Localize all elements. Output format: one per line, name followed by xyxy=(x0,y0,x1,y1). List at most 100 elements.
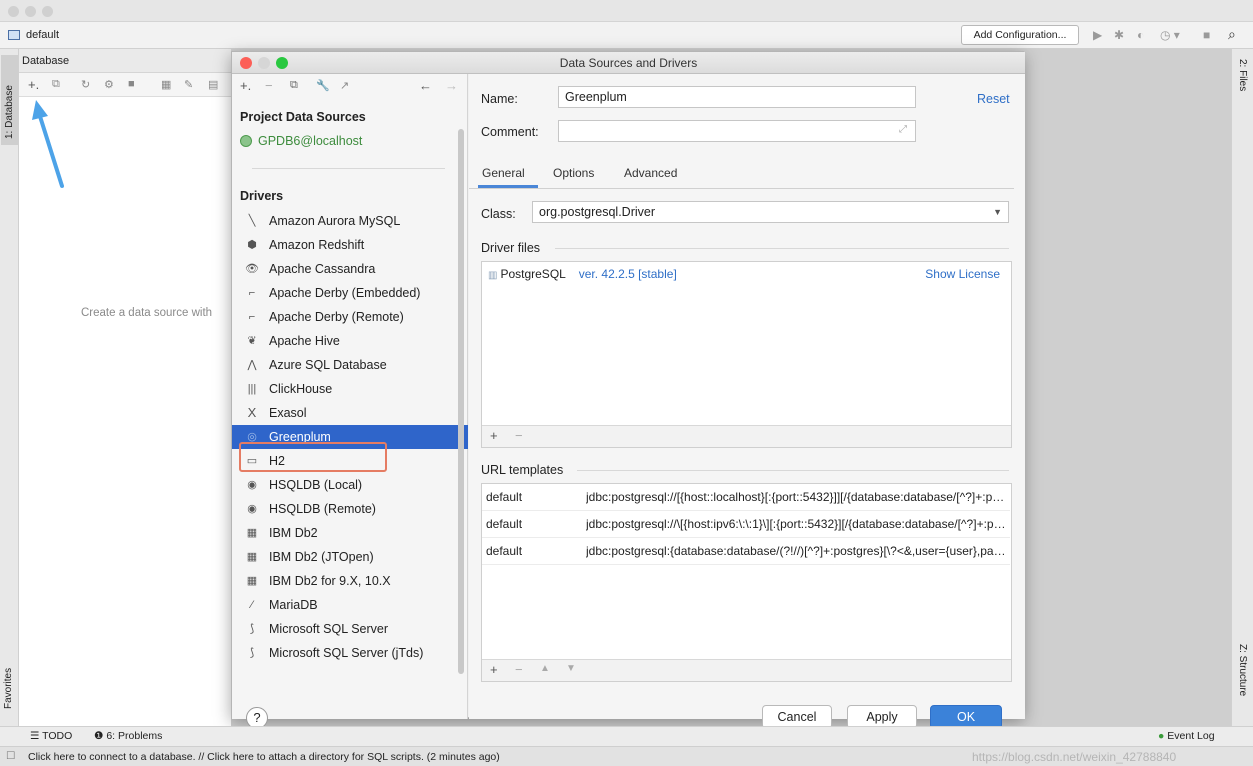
driver-item-hsqldb-local[interactable]: ◉ HSQLDB (Local) xyxy=(232,473,468,497)
driver-item-apache-cassandra[interactable]: 👁 Apache Cassandra xyxy=(232,257,468,281)
remove-icon[interactable]: − xyxy=(265,78,273,93)
debug-icon[interactable]: ✱ xyxy=(1114,28,1124,42)
driver-item-exasol[interactable]: X Exasol xyxy=(232,401,468,425)
drivers-scrollbar[interactable] xyxy=(458,129,464,674)
driver-item-ibm-db2[interactable]: ▦ IBM Db2 xyxy=(232,521,468,545)
project-data-source-item[interactable]: GPDB6@localhost xyxy=(240,134,362,152)
url-templates-toolbar: + − ▲ ▼ xyxy=(482,659,1011,681)
reset-link[interactable]: Reset xyxy=(977,92,1010,106)
name-field[interactable]: Greenplum xyxy=(558,86,916,108)
profile-icon[interactable]: ◷ ▾ xyxy=(1160,28,1180,42)
stop-icon[interactable]: ■ xyxy=(128,78,135,90)
driver-item-ibm-db2-9x-10x[interactable]: ▦ IBM Db2 for 9.X, 10.X xyxy=(232,569,468,593)
empty-state-text: Create a data source with xyxy=(81,307,213,319)
tab-general[interactable]: General xyxy=(482,166,525,180)
driver-label: HSQLDB (Local) xyxy=(269,478,363,492)
stop-icon[interactable]: ■ xyxy=(1203,28,1210,42)
remove-driver-file-icon[interactable]: − xyxy=(515,428,523,443)
annotation-arrow xyxy=(32,100,64,188)
event-log-tab[interactable]: ● Event Log xyxy=(1158,730,1215,742)
back-icon[interactable]: ← xyxy=(419,78,432,93)
tab-advanced[interactable]: Advanced xyxy=(624,166,677,180)
driver-item-microsoft-sql-server-jtds[interactable]: ⟆ Microsoft SQL Server (jTds) xyxy=(232,641,468,665)
table-row[interactable]: default jdbc:postgresql://[{host::localho… xyxy=(482,484,1010,511)
project-icon xyxy=(8,30,20,40)
azure-icon: ⋀ xyxy=(247,359,257,371)
move-down-icon[interactable]: ▼ xyxy=(566,663,576,674)
driver-item-ibm-db2-jtopen[interactable]: ▦ IBM Db2 (JTOpen) xyxy=(232,545,468,569)
dialog-close-button[interactable] xyxy=(240,57,252,69)
driver-label: ClickHouse xyxy=(269,382,333,396)
driver-item-hsqldb-remote[interactable]: ◉ HSQLDB (Remote) xyxy=(232,497,468,521)
add-configuration-button[interactable]: Add Configuration... xyxy=(961,25,1079,45)
settings-icon[interactable]: 🔧 xyxy=(316,79,330,92)
driver-item-clickhouse[interactable]: ||| ClickHouse xyxy=(232,377,468,401)
add-data-source-icon[interactable]: +. xyxy=(28,77,39,92)
expand-icon[interactable]: ⤢ xyxy=(899,124,907,135)
todo-tab[interactable]: ☰ TODO xyxy=(30,730,72,742)
url-templates-header: URL templates xyxy=(481,463,564,477)
console-icon[interactable]: ▤ xyxy=(208,78,218,91)
driver-item-azure-sql-database[interactable]: ⋀ Azure SQL Database xyxy=(232,353,468,377)
move-up-icon[interactable]: ▲ xyxy=(540,663,550,674)
hsqldb-icon: ◉ xyxy=(247,503,257,515)
driver-label: MariaDB xyxy=(269,598,318,612)
table-row[interactable]: default jdbc:postgresql://\[{host:ipv6:\:… xyxy=(482,511,1010,538)
add-icon[interactable]: +. xyxy=(240,78,251,93)
driver-item-amazon-redshift[interactable]: ⬢ Amazon Redshift xyxy=(232,233,468,257)
chevron-down-icon: ▼ xyxy=(993,207,1002,217)
project-name[interactable]: default xyxy=(26,29,59,41)
comment-field[interactable] xyxy=(558,120,916,142)
table-row[interactable]: default jdbc:postgresql:{database:databas… xyxy=(482,538,1010,565)
forward-icon[interactable]: → xyxy=(445,78,458,93)
move-icon[interactable]: ↗ xyxy=(340,79,349,92)
remove-template-icon[interactable]: − xyxy=(515,662,523,677)
tab-separator xyxy=(469,188,1014,189)
add-template-icon[interactable]: + xyxy=(490,662,498,677)
comment-label: Comment: xyxy=(481,125,539,139)
derby-icon: ⌐ xyxy=(248,287,256,299)
add-driver-file-icon[interactable]: + xyxy=(490,428,498,443)
refresh-icon[interactable]: ↻ xyxy=(81,78,90,91)
driver-label: Apache Derby (Embedded) xyxy=(269,286,421,300)
table-icon[interactable]: ▦ xyxy=(161,78,171,91)
tab-options[interactable]: Options xyxy=(553,166,594,180)
driver-item-apache-derby-remote[interactable]: ⌐ Apache Derby (Remote) xyxy=(232,305,468,329)
driver-item-amazon-aurora-mysql[interactable]: ╲ Amazon Aurora MySQL xyxy=(232,209,468,233)
duplicate-icon[interactable]: ⧉ xyxy=(290,79,298,92)
dialog-zoom-button[interactable] xyxy=(276,57,288,69)
template-name: default xyxy=(486,544,523,558)
files-tool-tab[interactable]: 2: Files xyxy=(1237,59,1248,91)
class-select[interactable]: org.postgresql.Driver ▼ xyxy=(532,201,1009,223)
schema-icon[interactable]: ⚙ xyxy=(104,78,114,91)
edit-icon[interactable]: ✎ xyxy=(184,78,193,91)
driver-item-apache-derby-embedded[interactable]: ⌐ Apache Derby (Embedded) xyxy=(232,281,468,305)
database-panel-toolbar: +. ⧉ ↻ ⚙ ■ ▦ ✎ ▤ xyxy=(19,73,231,97)
driver-file-version[interactable]: ver. 42.2.5 [stable] xyxy=(579,267,677,281)
driver-item-apache-hive[interactable]: ❦ Apache Hive xyxy=(232,329,468,353)
show-license-link[interactable]: Show License xyxy=(925,266,1000,282)
arrow-shaft xyxy=(36,108,64,188)
database-tool-tab[interactable]: 1: Database xyxy=(1,55,18,145)
db2-icon: ▦ xyxy=(246,527,258,539)
watermark: https://blog.csdn.net/weixin_42788840 xyxy=(972,750,1177,764)
coverage-icon[interactable]: ◐ xyxy=(1137,28,1144,42)
structure-tool-tab[interactable]: Z: Structure xyxy=(1237,644,1248,696)
drivers-header: Drivers xyxy=(240,189,284,203)
zoom-window-button[interactable] xyxy=(42,6,53,17)
minimize-window-button[interactable] xyxy=(25,6,36,17)
problems-tab[interactable]: ❶ 6: Problems xyxy=(94,730,162,742)
derby-icon: ⌐ xyxy=(248,311,256,323)
status-message[interactable]: Click here to connect to a database. // … xyxy=(28,751,500,763)
favorites-tool-tab[interactable]: Favorites xyxy=(3,668,14,709)
close-window-button[interactable] xyxy=(8,6,19,17)
copy-icon[interactable]: ⧉ xyxy=(52,78,60,91)
run-icon[interactable]: ▶ xyxy=(1093,28,1102,42)
driver-item-microsoft-sql-server[interactable]: ⟆ Microsoft SQL Server xyxy=(232,617,468,641)
dialog-minimize-button[interactable] xyxy=(258,57,270,69)
driver-item-mariadb[interactable]: ⁄ MariaDB xyxy=(232,593,468,617)
driver-files-toolbar: + − xyxy=(482,425,1011,447)
driver-file-row[interactable]: ▥ PostgreSQL ver. 42.2.5 [stable] Show Li… xyxy=(488,266,1008,284)
search-icon[interactable]: ⌕ xyxy=(1228,26,1236,43)
mssql-icon: ⟆ xyxy=(249,623,255,635)
